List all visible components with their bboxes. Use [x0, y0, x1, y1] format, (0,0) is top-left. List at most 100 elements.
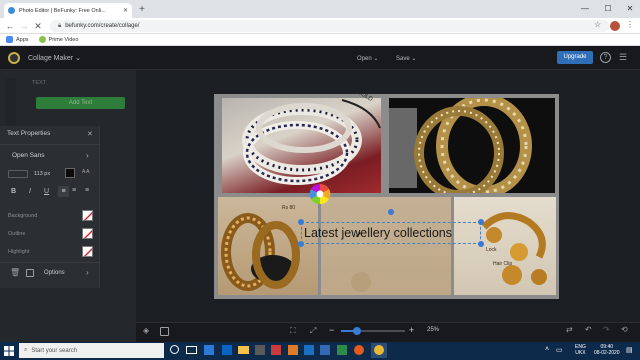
- cortana-icon[interactable]: [170, 345, 179, 354]
- text-size-input-frame[interactable]: [8, 170, 28, 178]
- collage-maker-menu[interactable]: Collage Maker ⌄: [28, 54, 81, 62]
- zoom-slider-thumb[interactable]: [353, 327, 361, 335]
- text-properties-panel: [0, 126, 100, 288]
- upgrade-button[interactable]: Upgrade: [557, 51, 593, 64]
- task-view-icon[interactable]: [186, 346, 197, 354]
- clock[interactable]: 09:40 08-02-2020: [594, 344, 620, 356]
- options-button[interactable]: Options: [44, 270, 65, 276]
- tab-close-icon[interactable]: ✕: [123, 7, 128, 14]
- language-indicator[interactable]: ENG UKX: [575, 344, 586, 356]
- options-chevron-icon[interactable]: ›: [86, 268, 89, 277]
- stop-loading-icon[interactable]: ✕: [32, 20, 44, 32]
- chrome-icon[interactable]: [374, 345, 384, 355]
- save-menu[interactable]: Save ⌄: [396, 55, 416, 62]
- resize-handle-bottom-left[interactable]: [298, 241, 304, 247]
- gold-bangles-image: [389, 98, 532, 193]
- align-left-icon[interactable]: ≡: [58, 186, 69, 197]
- address-bar[interactable]: 🔒︎ befunky.com/create/collage/: [50, 20, 610, 32]
- align-right-icon[interactable]: ≡: [85, 187, 89, 194]
- zoom-out-button[interactable]: −: [329, 325, 334, 335]
- history-icon[interactable]: ⟲: [621, 325, 628, 334]
- prime-video-icon: [38, 36, 46, 43]
- file-explorer-icon[interactable]: [238, 346, 249, 354]
- redo-icon[interactable]: ↷: [603, 325, 610, 334]
- underline-button[interactable]: U: [44, 188, 49, 195]
- text-properties-title: Text Properties: [7, 130, 51, 137]
- layers-stack-icon[interactable]: ◈: [143, 326, 149, 335]
- open-menu[interactable]: Open ⌄: [357, 55, 378, 62]
- background-none-swatch[interactable]: [82, 210, 93, 221]
- bookmark-star-icon[interactable]: ☆: [594, 20, 601, 29]
- app-icon[interactable]: [320, 345, 330, 355]
- grid-view-icon[interactable]: [160, 327, 169, 336]
- bangles-image: [242, 99, 381, 185]
- office-icon[interactable]: [271, 345, 281, 355]
- resize-handle-bottom-right[interactable]: [478, 241, 484, 247]
- undo-icon[interactable]: ↶: [585, 325, 592, 334]
- app-icon[interactable]: [304, 345, 314, 355]
- hamburger-menu-icon[interactable]: ☰: [619, 52, 627, 63]
- bookmark-apps[interactable]: Apps: [6, 36, 29, 43]
- font-family-select[interactable]: Open Sans: [12, 152, 45, 159]
- hair-clip-caption: Hair Clip: [493, 261, 513, 267]
- back-icon[interactable]: ←: [4, 20, 16, 32]
- collage-photo-4[interactable]: [321, 197, 451, 295]
- collage-photo-1[interactable]: [222, 98, 381, 193]
- help-icon[interactable]: ?: [600, 52, 611, 63]
- edge-icon[interactable]: [204, 345, 214, 355]
- zoom-in-button[interactable]: +: [409, 325, 414, 335]
- add-text-button[interactable]: Add Text: [36, 97, 125, 109]
- lock-icon: 🔒︎: [58, 22, 62, 29]
- bookmark-prime-video[interactable]: Prime Video: [38, 36, 78, 43]
- search-icon: ⌕: [24, 347, 28, 353]
- store-icon[interactable]: [255, 345, 265, 355]
- new-tab-button[interactable]: +: [136, 4, 148, 16]
- close-panel-icon[interactable]: ✕: [87, 130, 93, 138]
- divider: [0, 144, 100, 145]
- collage-photo-5[interactable]: [454, 197, 556, 295]
- forward-icon[interactable]: →: [18, 20, 30, 32]
- network-icon[interactable]: ▭: [556, 346, 563, 354]
- close-window-button[interactable]: ✕: [619, 0, 640, 18]
- rotate-handle[interactable]: [388, 209, 394, 215]
- collage-photo-2[interactable]: [389, 98, 555, 193]
- app-icon[interactable]: [337, 345, 347, 355]
- actual-size-icon[interactable]: ⤢: [310, 326, 316, 336]
- befunky-logo-icon[interactable]: [8, 52, 20, 64]
- loading-spinner-icon: [309, 183, 331, 205]
- layers-icon[interactable]: [26, 269, 34, 277]
- text-color-swatch[interactable]: [65, 168, 75, 178]
- firefox-icon[interactable]: [354, 345, 364, 355]
- maximize-button[interactable]: ☐: [597, 0, 619, 18]
- letter-spacing-icon[interactable]: A A: [82, 169, 90, 175]
- outline-none-swatch[interactable]: [82, 228, 93, 239]
- hair-clip-image: [481, 212, 547, 285]
- zoom-slider-track[interactable]: [341, 327, 405, 335]
- befunky-favicon-icon: [8, 7, 15, 14]
- font-chevron-icon[interactable]: ›: [86, 151, 89, 160]
- italic-button[interactable]: I: [29, 188, 31, 195]
- taskbar-search-box[interactable]: ⌕ Start your search: [19, 343, 164, 358]
- jewellery-center-image: [321, 197, 451, 295]
- bold-button[interactable]: B: [11, 188, 16, 195]
- collage-text[interactable]: Latest jewellery collections: [304, 226, 452, 240]
- compare-icon[interactable]: ⇄: [566, 325, 573, 334]
- delete-icon[interactable]: 🗑︎: [10, 268, 20, 277]
- app-icon[interactable]: [288, 345, 298, 355]
- resize-handle-top-left[interactable]: [298, 219, 304, 225]
- fit-screen-icon[interactable]: ⛶: [290, 326, 296, 336]
- notifications-icon[interactable]: ▤: [626, 346, 633, 354]
- align-center-icon[interactable]: ≡: [72, 187, 76, 194]
- browser-tab[interactable]: Photo Editor | BeFunky: Free Onli... ✕: [4, 3, 132, 18]
- minimize-button[interactable]: —: [574, 0, 596, 18]
- resize-handle-top-right[interactable]: [478, 219, 484, 225]
- apps-grid-icon: [6, 36, 13, 43]
- highlight-none-swatch[interactable]: [82, 246, 93, 257]
- outline-label: Outline: [8, 231, 26, 237]
- app-icon[interactable]: [222, 345, 232, 355]
- font-size-value[interactable]: 113 px: [34, 171, 50, 177]
- profile-avatar[interactable]: [610, 21, 620, 31]
- browser-menu-icon[interactable]: ⋮: [626, 20, 634, 29]
- tray-arrow-icon[interactable]: ˄: [545, 346, 549, 353]
- windows-start-icon[interactable]: [4, 346, 14, 356]
